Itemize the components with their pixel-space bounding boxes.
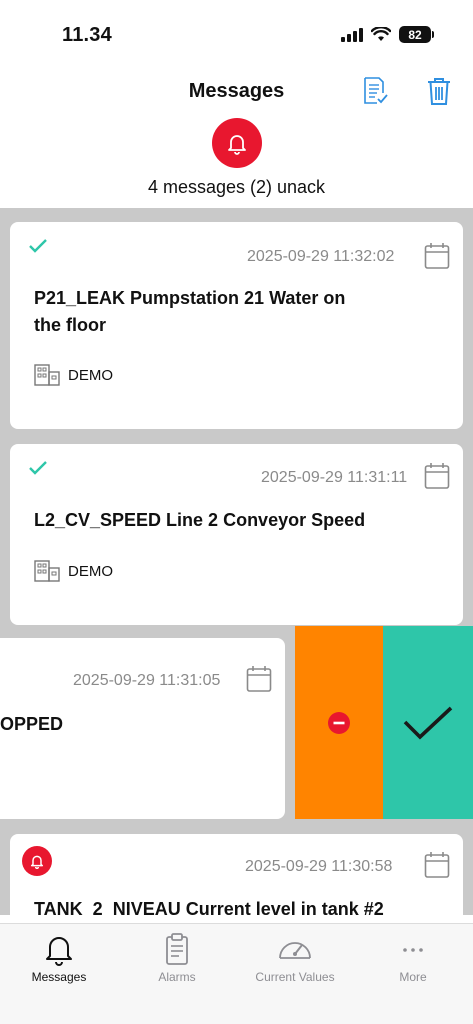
alarm-status-badge	[212, 118, 262, 168]
calendar-icon	[246, 666, 272, 692]
tab-label: Current Values	[255, 970, 335, 984]
cellular-signal-icon	[341, 27, 363, 42]
minus-circle-icon	[328, 711, 350, 734]
building-icon	[34, 560, 60, 582]
message-site: DEMO	[34, 560, 113, 582]
message-card-swiped[interactable]: 2025-09-29 11:31:05 OPPED	[0, 638, 285, 819]
calendar-icon	[424, 463, 450, 489]
swipe-acknowledge-button[interactable]	[383, 626, 473, 819]
building-icon	[34, 364, 60, 386]
delete-all-button[interactable]	[422, 74, 456, 108]
message-timestamp: 2025-09-29 11:32:02	[247, 248, 395, 265]
status-bar: 11.34 82	[0, 0, 473, 62]
clipboard-icon	[166, 933, 188, 965]
bell-icon	[228, 135, 246, 155]
swipe-dismiss-button[interactable]	[295, 626, 383, 819]
message-site: DEMO	[34, 364, 113, 386]
battery-indicator: 82	[399, 26, 434, 43]
message-title: OPPED	[0, 714, 64, 734]
message-title: P21_LEAK Pumpstation 21 Water on the flo…	[34, 288, 346, 335]
message-timestamp: 2025-09-29 11:31:11	[261, 469, 408, 486]
message-card[interactable]: 2025-09-29 11:31:11 L2_CV_SPEED Line 2 C…	[10, 444, 463, 625]
acknowledged-check-icon	[29, 239, 47, 253]
gauge-icon	[279, 942, 311, 959]
ellipsis-icon	[403, 948, 423, 952]
battery-level: 82	[408, 27, 422, 42]
tab-alarms[interactable]: Alarms	[118, 924, 236, 994]
tab-label: Alarms	[158, 970, 196, 984]
tab-current-values[interactable]: Current Values	[236, 924, 354, 994]
wifi-icon	[371, 27, 391, 41]
message-card[interactable]: 2025-09-29 11:32:02 P21_LEAK Pumpstation…	[10, 222, 463, 429]
message-timestamp: 2025-09-29 11:31:05	[73, 672, 221, 689]
messages-summary: 4 messages (2) unack	[147, 177, 326, 197]
trash-icon	[428, 78, 450, 105]
acknowledge-all-button[interactable]	[358, 74, 392, 108]
message-list[interactable]: 2025-09-29 11:32:02 P21_LEAK Pumpstation…	[0, 208, 473, 915]
status-icons: 82	[341, 26, 434, 43]
tab-bar: Messages Alarms Current Values More	[0, 923, 473, 1024]
calendar-icon	[424, 852, 450, 878]
bell-icon	[30, 855, 44, 869]
document-check-icon	[364, 77, 388, 104]
acknowledged-check-icon	[29, 461, 47, 475]
tab-messages[interactable]: Messages	[0, 924, 118, 994]
tab-more[interactable]: More	[354, 924, 472, 994]
header: Messages 4 messages (2) unack	[0, 62, 473, 208]
message-timestamp: 2025-09-29 11:30:58	[245, 858, 393, 875]
tab-label: Messages	[31, 970, 87, 984]
site-name: DEMO	[68, 562, 113, 580]
tab-label: More	[399, 970, 427, 984]
page-title: Messages	[188, 80, 285, 102]
message-title: TANK_2_NIVEAU Current level in tank #2	[34, 899, 384, 915]
unacknowledged-alarm-badge	[22, 846, 52, 876]
checkmark-icon	[403, 706, 453, 740]
message-title: L2_CV_SPEED Line 2 Conveyor Speed	[34, 510, 366, 530]
bell-icon	[46, 937, 72, 966]
site-name: DEMO	[68, 366, 113, 384]
calendar-icon	[424, 243, 450, 269]
message-card[interactable]: 2025-09-29 11:30:58 TANK_2_NIVEAU Curren…	[10, 834, 463, 915]
status-time: 11.34	[62, 24, 112, 46]
